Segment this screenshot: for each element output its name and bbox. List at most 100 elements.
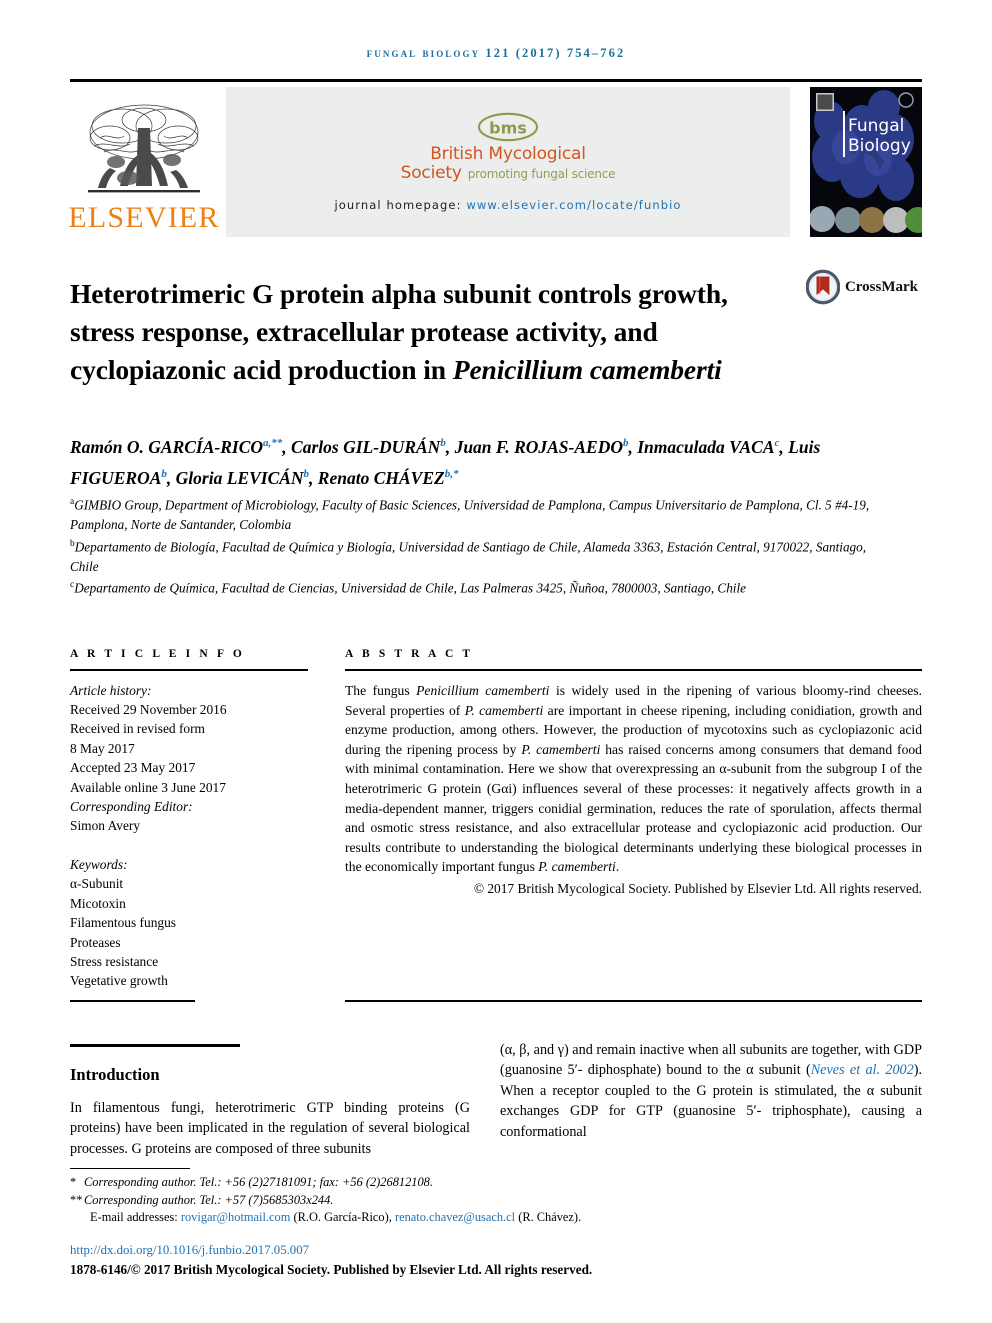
title-species: Penicillium camemberti [452, 354, 722, 386]
affiliation-c: cDepartamento de Química, Facultad de Ci… [70, 576, 890, 598]
footnote-rule [70, 1168, 190, 1170]
abstract-seg-5: . [615, 859, 620, 875]
footnote-2-marker: ** [70, 1192, 83, 1207]
issn-copyright-line: 1878-6146/© 2017 British Mycological Soc… [70, 1262, 593, 1277]
journal-cover-thumbnail[interactable]: Fungal Biology [810, 87, 922, 237]
footnote-1-marker: * [70, 1175, 77, 1189]
doi-link[interactable]: http://dx.doi.org/10.1016/j.funbio.2017.… [70, 1243, 309, 1258]
abstract-species-1: Penicillium camemberti [416, 683, 550, 698]
abstract-text: The fungus Penicillium camemberti is wid… [345, 681, 922, 877]
corresponding-editor-name: Simon Avery [70, 818, 141, 834]
crossmark-badge[interactable]: CrossMark [806, 264, 918, 310]
footnote-2-text: Corresponding author. Tel.: +57 (7)56853… [84, 1192, 334, 1207]
bms-logo-icon: bms [477, 112, 539, 142]
author-3: Juan F. ROJAS-AEDO [454, 436, 623, 457]
article-info-heading: A R T I C L E I N F O [70, 648, 245, 660]
affiliation-b: bDepartamento de Biología, Facultad de Q… [70, 535, 890, 577]
footnote-1-text: Corresponding author. Tel.: +56 (2)27181… [84, 1175, 433, 1189]
society-banner: bms British Mycological Society promoting… [226, 87, 790, 237]
author-list: Ramón O. GARCÍA-RICOa,**, Carlos GIL-DUR… [70, 436, 821, 488]
article-history-label: Article history: [70, 682, 152, 698]
journal-cover-art: Fungal Biology [810, 87, 922, 237]
article-available-online: Available online 3 June 2017 [70, 779, 226, 795]
affiliation-c-text: Departamento de Química, Facultad de Cie… [74, 580, 746, 596]
author-1-sup[interactable]: a,** [263, 437, 282, 449]
homepage-url[interactable]: www.elsevier.com/locate/funbio [466, 198, 681, 212]
abstract-species-4: P. camemberti [538, 859, 616, 875]
section-heading-introduction: Introduction [70, 1065, 160, 1084]
email-owner-1: (R.O. García-Rico) [293, 1210, 389, 1225]
keywords-label: Keywords: [70, 857, 128, 872]
introduction-paragraph-right: (α, β, and γ) and remain inactive when a… [500, 1040, 922, 1142]
elsevier-tree-icon [88, 104, 200, 193]
article-info-column: A R T I C L E I N F O Article history: R… [70, 648, 308, 836]
body-column-right: (α, β, and γ) and remain inactive when a… [500, 1040, 922, 1142]
abstract-seg-4: has raised concerns among consumers that… [345, 741, 922, 875]
keyword-item[interactable]: α-Subunit [70, 874, 308, 893]
elsevier-wordmark: ELSEVIER [68, 201, 220, 234]
affiliation-a-text: GIMBIO Group, Department of Microbiology… [70, 497, 870, 532]
elsevier-logo[interactable]: ELSEVIER [68, 87, 220, 237]
abstract-copyright: © 2017 British Mycological Society. Publ… [473, 880, 922, 896]
author-6-sup[interactable]: b [304, 468, 310, 480]
journal-homepage[interactable]: journal homepage: www.elsevier.com/locat… [334, 198, 681, 212]
footnote-block: * Corresponding author. Tel.: +56 (2)2718… [70, 1174, 650, 1227]
abstract-bottom-rule [345, 1000, 922, 1003]
article-revised-label: Received in revised form [70, 721, 205, 737]
author-3-sup[interactable]: b [623, 437, 629, 449]
svg-text:Biology: Biology [848, 136, 911, 156]
abstract-seg-1: The fungus [345, 683, 417, 698]
author-5-sup[interactable]: b [161, 468, 167, 480]
affiliation-a: aGIMBIO Group, Department of Microbiolog… [70, 493, 890, 535]
society-name-line1: British Mycological [430, 143, 586, 164]
footnote-emails: E-mail addresses: rovigar@hotmail.com (R… [90, 1210, 582, 1225]
affiliation-b-text: Departamento de Biología, Facultad de Qu… [70, 538, 867, 574]
abstract-species-3: P. camemberti [521, 741, 601, 757]
abstract-species-2: P. camemberti [464, 702, 544, 718]
footnote-2: ** Corresponding author. Tel.: +57 (7)568… [70, 1192, 650, 1210]
keyword-item[interactable]: Micotoxin [70, 894, 308, 913]
introduction-paragraph-left: In filamentous fungi, heterotrimeric GTP… [70, 1100, 470, 1157]
article-received: Received 29 November 2016 [70, 702, 227, 717]
crossmark-label: CrossMark [844, 278, 918, 295]
author-2-sup[interactable]: b [440, 437, 446, 449]
svg-text:bms: bms [489, 118, 527, 137]
corresponding-editor-label: Corresponding Editor: [70, 799, 193, 815]
page-title: Heterotrimeric G protein alpha subunit c… [70, 275, 760, 389]
society-name-line2: Society [400, 163, 462, 183]
citation-link[interactable]: Neves et al. 2002 [811, 1062, 914, 1078]
society-tagline: promoting fungal science [467, 167, 616, 181]
keywords-bottom-rule [70, 1000, 195, 1003]
society-name: British Mycological Society promoting fun… [400, 143, 616, 183]
abstract-heading: A B S T R A C T [345, 648, 474, 660]
abstract-column: A B S T R A C T The fungus Penicillium c… [345, 648, 922, 899]
author-1: Ramón O. GARCÍA-RICO [70, 436, 264, 457]
article-first-page: Fungal Biology 121 (2017) 754–762 [0, 0, 992, 1323]
header-rule [70, 79, 922, 82]
body-column-left: Introduction In filamentous fungi, heter… [70, 1056, 470, 1159]
email-addresses-label: E-mail addresses: [90, 1210, 178, 1225]
masthead: ELSEVIER bms British Mycological Society… [68, 87, 922, 237]
keyword-item[interactable]: Vegetative growth [70, 971, 308, 990]
introduction-rule [70, 1044, 240, 1047]
article-history: Article history: Received 29 November 20… [70, 681, 308, 836]
keywords-block: Keywords: α-Subunit Micotoxin Filamentou… [70, 855, 308, 991]
footnote-1: * Corresponding author. Tel.: +56 (2)2718… [70, 1174, 650, 1192]
keyword-item[interactable]: Proteases [70, 933, 308, 952]
author-4-sup[interactable]: c [775, 437, 780, 449]
email-link-2[interactable]: renato.chavez@usach.cl [395, 1210, 515, 1224]
keyword-item[interactable]: Filamentous fungus [70, 913, 308, 932]
keyword-item[interactable]: Stress resistance [70, 952, 308, 971]
affiliation-list: aGIMBIO Group, Department of Microbiolog… [70, 493, 890, 598]
article-accepted: Accepted 23 May 2017 [70, 760, 196, 776]
crossmark-icon [806, 269, 840, 305]
author-7: Renato CHÁVEZ [317, 467, 445, 488]
running-head: Fungal Biology 121 (2017) 754–762 [366, 46, 626, 60]
author-4: Inmaculada VACA [637, 436, 775, 457]
homepage-label: journal homepage: [334, 198, 462, 213]
author-7-sup[interactable]: b,* [445, 468, 459, 480]
email-link-1[interactable]: rovigar@hotmail.com [181, 1210, 290, 1224]
svg-text:Fungal: Fungal [848, 116, 904, 136]
author-2: Carlos GIL-DURÁN [291, 436, 441, 457]
article-info-rule [70, 669, 308, 671]
